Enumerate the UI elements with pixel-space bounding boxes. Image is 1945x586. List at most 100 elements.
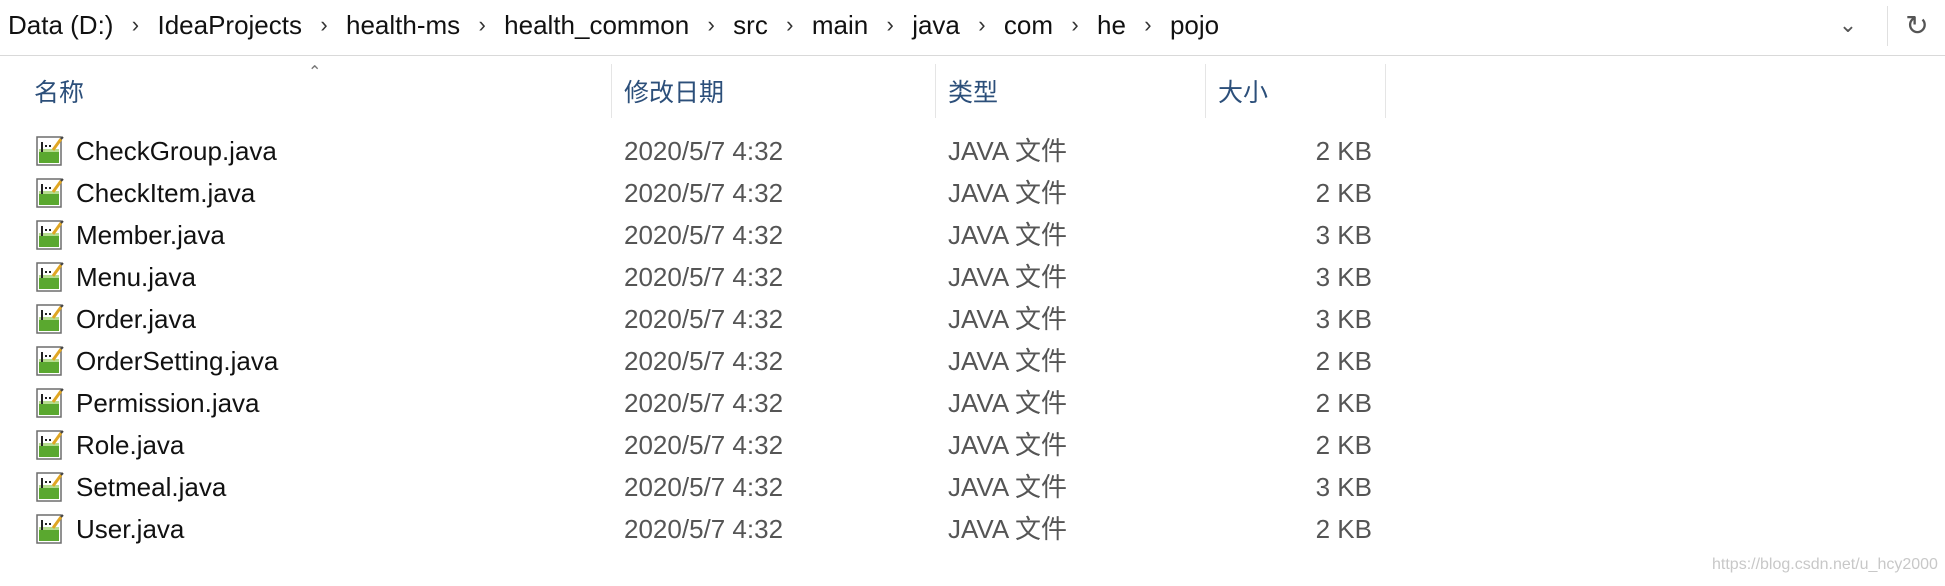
file-name[interactable]: Order.java <box>76 298 196 340</box>
refresh-icon: ↻ <box>1905 9 1929 41</box>
breadcrumb-item[interactable]: Data (D:) <box>6 10 115 41</box>
file-date: 2020/5/7 4:32 <box>624 514 784 544</box>
java-file-icon <box>36 304 64 334</box>
file-date: 2020/5/7 4:32 <box>624 220 784 250</box>
file-type: JAVA 文件 <box>948 262 1067 292</box>
java-file-icon <box>36 136 64 166</box>
file-row[interactable]: Menu.java 2020/5/7 4:32 JAVA 文件 3 KB <box>0 256 1945 298</box>
file-size: 2 KB <box>1315 514 1372 544</box>
file-icon-cell <box>36 466 66 508</box>
file-icon-cell <box>36 298 66 340</box>
file-icon-cell <box>36 424 66 466</box>
chevron-right-icon[interactable]: › <box>691 12 731 38</box>
file-date: 2020/5/7 4:32 <box>624 136 784 166</box>
file-size: 2 KB <box>1315 346 1372 376</box>
breadcrumb-item[interactable]: com <box>1002 10 1055 41</box>
file-name[interactable]: OrderSetting.java <box>76 340 278 382</box>
file-row[interactable]: Member.java 2020/5/7 4:32 JAVA 文件 3 KB <box>0 214 1945 256</box>
file-type: JAVA 文件 <box>948 304 1067 334</box>
file-type: JAVA 文件 <box>948 178 1067 208</box>
file-date: 2020/5/7 4:32 <box>624 388 784 418</box>
chevron-right-icon[interactable]: › <box>870 12 910 38</box>
file-icon-cell <box>36 340 66 382</box>
file-icon-cell <box>36 256 66 298</box>
breadcrumb-item[interactable]: java <box>910 10 962 41</box>
java-file-icon <box>36 472 64 502</box>
file-date: 2020/5/7 4:32 <box>624 430 784 460</box>
file-type: JAVA 文件 <box>948 136 1067 166</box>
file-type: JAVA 文件 <box>948 514 1067 544</box>
file-name[interactable]: Setmeal.java <box>76 466 226 508</box>
chevron-right-icon[interactable]: › <box>962 12 1002 38</box>
file-list: CheckGroup.java 2020/5/7 4:32 JAVA 文件 2 KB C… <box>0 130 1945 550</box>
file-name[interactable]: CheckItem.java <box>76 172 255 214</box>
file-size: 2 KB <box>1315 430 1372 460</box>
address-history-button[interactable]: ⌄ <box>1824 4 1872 46</box>
file-icon-cell <box>36 130 66 172</box>
java-file-icon <box>36 262 64 292</box>
file-type: JAVA 文件 <box>948 220 1067 250</box>
file-row[interactable]: Order.java 2020/5/7 4:32 JAVA 文件 3 KB <box>0 298 1945 340</box>
breadcrumb-item[interactable]: health_common <box>502 10 691 41</box>
java-file-icon <box>36 388 64 418</box>
file-type: JAVA 文件 <box>948 346 1067 376</box>
divider <box>1887 6 1888 46</box>
file-date: 2020/5/7 4:32 <box>624 304 784 334</box>
column-header-date[interactable]: 修改日期 <box>612 64 936 118</box>
file-icon-cell <box>36 172 66 214</box>
breadcrumb-item[interactable]: he <box>1095 10 1128 41</box>
file-date: 2020/5/7 4:32 <box>624 178 784 208</box>
file-type: JAVA 文件 <box>948 472 1067 502</box>
file-size: 2 KB <box>1315 388 1372 418</box>
file-name[interactable]: Menu.java <box>76 256 196 298</box>
chevron-right-icon[interactable]: › <box>304 12 344 38</box>
java-file-icon <box>36 178 64 208</box>
address-bar[interactable]: Data (D:) › IdeaProjects › health-ms › health_… <box>0 0 1945 56</box>
column-header-name[interactable]: 名称 <box>0 64 612 118</box>
chevron-right-icon[interactable]: › <box>770 12 810 38</box>
chevron-down-icon: ⌄ <box>1838 12 1858 37</box>
breadcrumb-item[interactable]: pojo <box>1168 10 1221 41</box>
breadcrumb-item[interactable]: main <box>810 10 870 41</box>
file-icon-cell <box>36 382 66 424</box>
file-size: 2 KB <box>1315 178 1372 208</box>
file-row[interactable]: Permission.java 2020/5/7 4:32 JAVA 文件 2 KB <box>0 382 1945 424</box>
column-header-label: 大小 <box>1218 79 1269 107</box>
breadcrumb[interactable]: Data (D:) › IdeaProjects › health-ms › health_… <box>6 0 1221 50</box>
breadcrumb-item[interactable]: health-ms <box>344 10 462 41</box>
file-name[interactable]: Member.java <box>76 214 225 256</box>
file-size: 3 KB <box>1315 220 1372 250</box>
file-name[interactable]: CheckGroup.java <box>76 130 277 172</box>
column-header-size[interactable]: 大小 <box>1206 64 1386 118</box>
column-header-label: 修改日期 <box>624 79 725 107</box>
file-date: 2020/5/7 4:32 <box>624 262 784 292</box>
breadcrumb-item[interactable]: IdeaProjects <box>155 10 304 41</box>
java-file-icon <box>36 346 64 376</box>
chevron-right-icon[interactable]: › <box>1055 12 1095 38</box>
file-date: 2020/5/7 4:32 <box>624 346 784 376</box>
java-file-icon <box>36 514 64 544</box>
column-header-label: 名称 <box>34 79 85 107</box>
chevron-right-icon[interactable]: › <box>115 12 155 38</box>
file-row[interactable]: Role.java 2020/5/7 4:32 JAVA 文件 2 KB <box>0 424 1945 466</box>
file-icon-cell <box>36 214 66 256</box>
chevron-right-icon[interactable]: › <box>462 12 502 38</box>
file-name[interactable]: User.java <box>76 508 184 550</box>
file-type: JAVA 文件 <box>948 430 1067 460</box>
file-row[interactable]: Setmeal.java 2020/5/7 4:32 JAVA 文件 3 KB <box>0 466 1945 508</box>
file-date: 2020/5/7 4:32 <box>624 472 784 502</box>
file-name[interactable]: Permission.java <box>76 382 260 424</box>
breadcrumb-item[interactable]: src <box>731 10 770 41</box>
refresh-button[interactable]: ↻ <box>1892 4 1942 46</box>
file-row[interactable]: CheckGroup.java 2020/5/7 4:32 JAVA 文件 2 KB <box>0 130 1945 172</box>
file-size: 3 KB <box>1315 472 1372 502</box>
watermark-text: https://blog.csdn.net/u_hcy2000 <box>1712 556 1938 573</box>
chevron-right-icon[interactable]: › <box>1128 12 1168 38</box>
file-row[interactable]: OrderSetting.java 2020/5/7 4:32 JAVA 文件 2 K… <box>0 340 1945 382</box>
column-header-type[interactable]: 类型 <box>936 64 1206 118</box>
file-type: JAVA 文件 <box>948 388 1067 418</box>
file-icon-cell <box>36 508 66 550</box>
file-row[interactable]: User.java 2020/5/7 4:32 JAVA 文件 2 KB <box>0 508 1945 550</box>
file-name[interactable]: Role.java <box>76 424 184 466</box>
file-row[interactable]: CheckItem.java 2020/5/7 4:32 JAVA 文件 2 KB <box>0 172 1945 214</box>
